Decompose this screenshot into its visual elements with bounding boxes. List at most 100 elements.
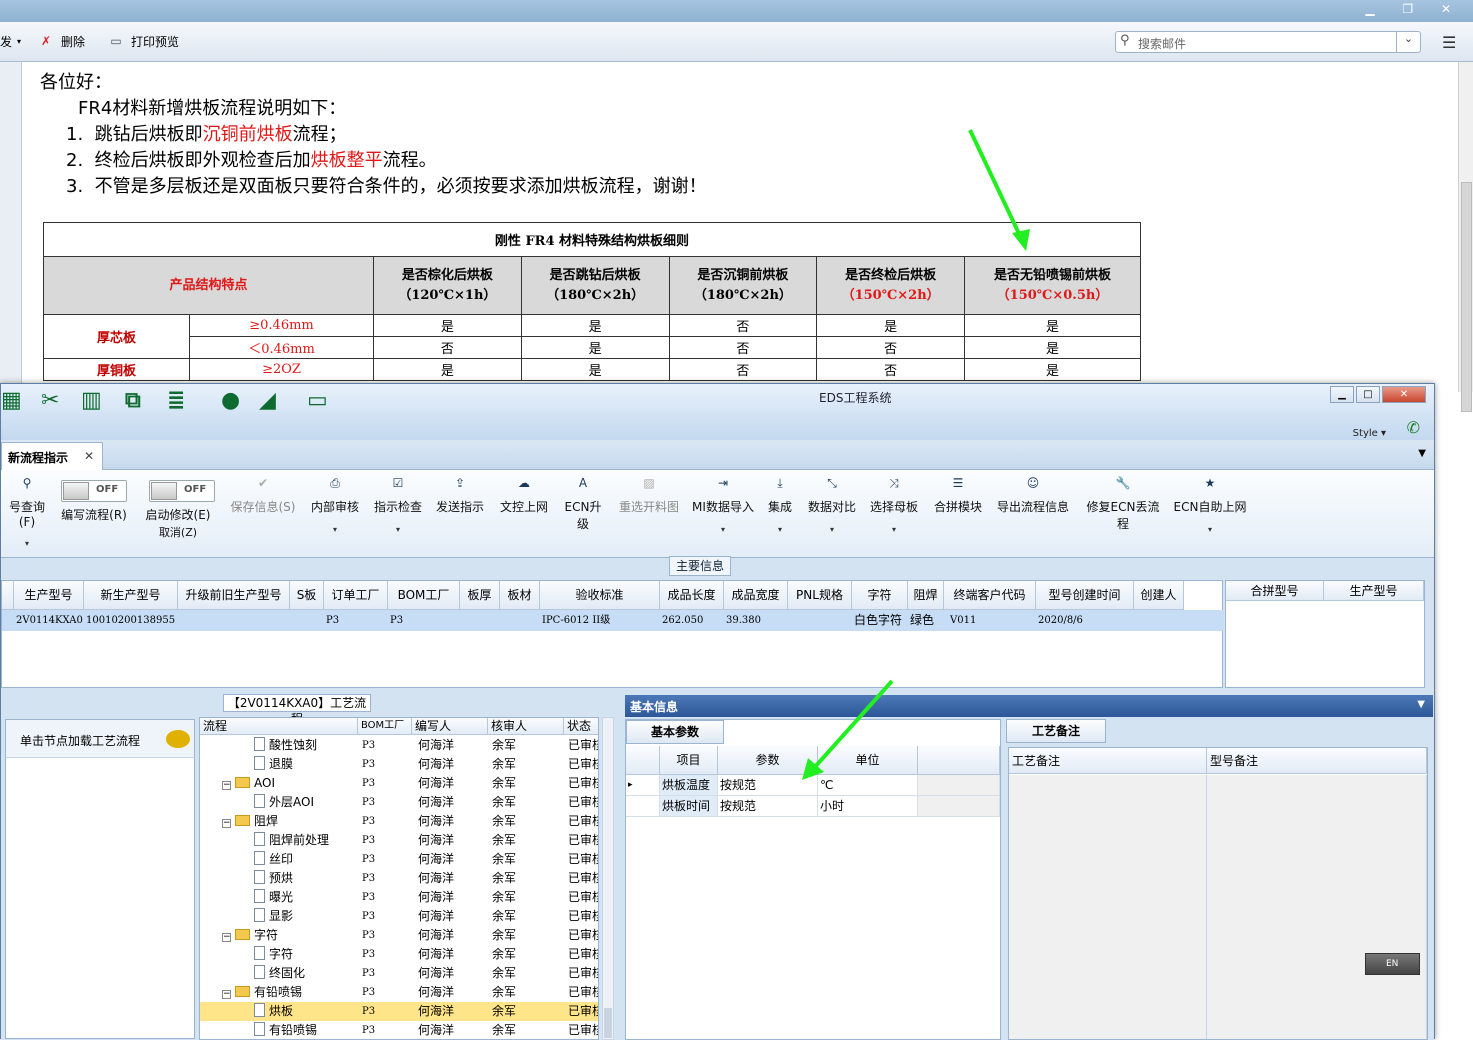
tree-cell-writer[interactable]: 何海洋 xyxy=(418,964,454,983)
grid-cell[interactable]: P3 xyxy=(324,610,388,631)
tree-row[interactable]: 烘板 P3 何海洋 余军 已审核 xyxy=(200,1002,598,1021)
tree-cell-bom[interactable]: P3 xyxy=(362,793,375,812)
tree-cell-writer[interactable]: 何海洋 xyxy=(418,983,454,1002)
tree-cell-status[interactable]: 已审核 xyxy=(568,755,598,774)
tree-cell-reviewer[interactable]: 余军 xyxy=(492,983,516,1002)
cancel-button[interactable]: 取消(Z) xyxy=(141,524,215,540)
tree-row[interactable]: 显影 P3 何海洋 余军 已审核 xyxy=(200,907,598,926)
tree-cell-reviewer[interactable]: 余军 xyxy=(492,945,516,964)
grid-header[interactable]: 新生产型号 xyxy=(84,581,178,610)
tree-cell-reviewer[interactable]: 余军 xyxy=(492,907,516,926)
tree-node-name[interactable]: 烘板 xyxy=(254,1002,293,1021)
grid-header[interactable]: 参数 xyxy=(718,746,818,775)
model-note-textarea[interactable] xyxy=(1207,775,1427,1039)
reselect-cutting-button[interactable]: ▨ 重选开料图 xyxy=(615,476,683,515)
grid-header[interactable]: 验收标准 xyxy=(540,581,660,610)
mail-search-input[interactable]: ⚲ 搜索邮件 ⌄ xyxy=(1115,31,1421,53)
tab-new-flow[interactable]: 新流程指示 ✕ xyxy=(1,442,103,470)
tree-row[interactable]: − 有铅喷锡 P3 何海洋 余军 已审核 xyxy=(200,983,598,1002)
grid-header[interactable]: 创建人 xyxy=(1134,581,1184,610)
tree-cell-status[interactable]: 已审核 xyxy=(568,964,598,983)
mail-scrollbar[interactable] xyxy=(1458,62,1473,412)
tree-cell-reviewer[interactable]: 余军 xyxy=(492,869,516,888)
grid-header[interactable]: 板厚 xyxy=(460,581,500,610)
copy-icon[interactable]: ⧉ xyxy=(125,388,141,413)
tree-row[interactable]: 退膜 P3 何海洋 余军 已审核 xyxy=(200,755,598,774)
tree-cell-reviewer[interactable]: 余军 xyxy=(492,793,516,812)
tree-cell-writer[interactable]: 何海洋 xyxy=(418,1002,454,1021)
tree-row[interactable]: − AOI P3 何海洋 余军 已审核 xyxy=(200,774,598,793)
tree-cell-status[interactable]: 已审核 xyxy=(568,869,598,888)
tree-cell-reviewer[interactable]: 余军 xyxy=(492,888,516,907)
internal-review-button[interactable]: ⎙ 内部审核 ▾ xyxy=(307,476,363,534)
tree-row[interactable]: 阻焊前处理 P3 何海洋 余军 已审核 xyxy=(200,831,598,850)
grid-header[interactable]: 单位 xyxy=(818,746,918,775)
chart-icon[interactable]: ◢ xyxy=(259,388,276,413)
tree-cell-bom[interactable]: P3 xyxy=(362,831,375,850)
grid-cell[interactable]: 2V0114KXA0 xyxy=(14,610,84,631)
tree-header-cell[interactable]: 流程 xyxy=(200,718,358,735)
tree-cell-bom[interactable]: P3 xyxy=(362,755,375,774)
tree-node-name[interactable]: 显影 xyxy=(254,907,293,926)
list-icon[interactable]: ≣ xyxy=(167,388,185,413)
send-instruction-button[interactable]: ⇪ 发送指示 xyxy=(433,476,487,515)
grid-header[interactable]: 生产型号 xyxy=(1324,581,1424,601)
film-icon[interactable]: ▥ xyxy=(81,388,102,413)
tree-row[interactable]: 预烘 P3 何海洋 余军 已审核 xyxy=(200,869,598,888)
tree-node-name[interactable]: 曝光 xyxy=(254,888,293,907)
tree-cell-bom[interactable]: P3 xyxy=(362,926,375,945)
mi-import-button[interactable]: ⇥ MI数据导入 ▾ xyxy=(691,476,755,534)
grid-cell[interactable]: ℃ xyxy=(818,775,918,796)
grid-cell[interactable]: 按规范 xyxy=(718,775,818,796)
grid-header[interactable]: 型号备注 xyxy=(1207,748,1427,774)
grid-header[interactable]: 工艺备注 xyxy=(1009,748,1207,774)
grid-cell[interactable]: 39.380 xyxy=(724,610,788,631)
instruction-check-button[interactable]: ☑ 指示检查 ▾ xyxy=(371,476,425,534)
save-info-button[interactable]: ✔ 保存信息(S) xyxy=(227,476,299,515)
tree-cell-status[interactable]: 已审核 xyxy=(568,926,598,945)
tree-cell-reviewer[interactable]: 余军 xyxy=(492,812,516,831)
tree-scrollbar-thumb[interactable] xyxy=(604,1008,612,1038)
tree-cell-status[interactable]: 已审核 xyxy=(568,1002,598,1021)
tree-cell-writer[interactable]: 何海洋 xyxy=(418,774,454,793)
tree-row[interactable]: − 字符 P3 何海洋 余军 已审核 xyxy=(200,926,598,945)
grid-cell[interactable]: 262.050 xyxy=(660,610,724,631)
tree-row[interactable]: 字符 P3 何海洋 余军 已审核 xyxy=(200,945,598,964)
tree-cell-reviewer[interactable]: 余军 xyxy=(492,755,516,774)
tree-node-name[interactable]: − AOI xyxy=(222,774,275,793)
grid-header[interactable]: PNL规格 xyxy=(788,581,852,610)
mail-window-controls[interactable]: ▁ ❐ ✕ xyxy=(1365,2,1463,16)
tree-row[interactable]: − 阻焊 P3 何海洋 余军 已审核 xyxy=(200,812,598,831)
grid-header[interactable]: 合拼型号 xyxy=(1226,581,1324,601)
integrate-button[interactable]: ⤓ 集成 ▾ xyxy=(763,476,797,534)
tree-row[interactable]: 终固化 P3 何海洋 余军 已审核 xyxy=(200,964,598,983)
tree-cell-bom[interactable]: P3 xyxy=(362,907,375,926)
tree-scrollbar[interactable] xyxy=(602,717,614,1040)
tree-header-cell[interactable]: 状态 xyxy=(564,718,598,735)
tree-cell-reviewer[interactable]: 余军 xyxy=(492,1021,516,1039)
grid-cell[interactable]: 2020/8/6 xyxy=(1036,610,1134,631)
tree-cell-writer[interactable]: 何海洋 xyxy=(418,907,454,926)
tree-cell-reviewer[interactable]: 余军 xyxy=(492,926,516,945)
grid-header[interactable]: 成品宽度 xyxy=(724,581,788,610)
collapse-icon[interactable]: − xyxy=(222,819,231,828)
tree-cell-bom[interactable]: P3 xyxy=(362,774,375,793)
tree-cell-status[interactable]: 已审核 xyxy=(568,793,598,812)
tree-header-cell[interactable]: BOM工厂 xyxy=(358,718,412,735)
grid-cell[interactable]: V011 xyxy=(948,610,1036,631)
tree-node-name[interactable]: 字符 xyxy=(254,945,293,964)
delete-button[interactable]: ✗ 删除 xyxy=(36,33,85,50)
tree-cell-status[interactable]: 已审核 xyxy=(568,774,598,793)
tree-cell-writer[interactable]: 何海洋 xyxy=(418,755,454,774)
grid-cell[interactable]: IPC-6012 II级 xyxy=(540,610,660,631)
tree-row[interactable]: 酸性蚀刻 P3 何海洋 余军 已审核 xyxy=(200,736,598,755)
tree-header-cell[interactable]: 核审人 xyxy=(488,718,564,735)
grid-header[interactable]: 成品长度 xyxy=(660,581,724,610)
tree-cell-writer[interactable]: 何海洋 xyxy=(418,945,454,964)
tree-cell-reviewer[interactable]: 余军 xyxy=(492,831,516,850)
tree-cell-status[interactable]: 已审核 xyxy=(568,831,598,850)
style-menu[interactable]: Style ▾ xyxy=(1353,428,1386,439)
repair-ecn-button[interactable]: 🔧 修复ECN丢流程 xyxy=(1081,476,1165,532)
export-flow-button[interactable]: ☺ 导出流程信息 xyxy=(993,476,1073,515)
grid-icon[interactable]: ▦ xyxy=(1,388,22,413)
